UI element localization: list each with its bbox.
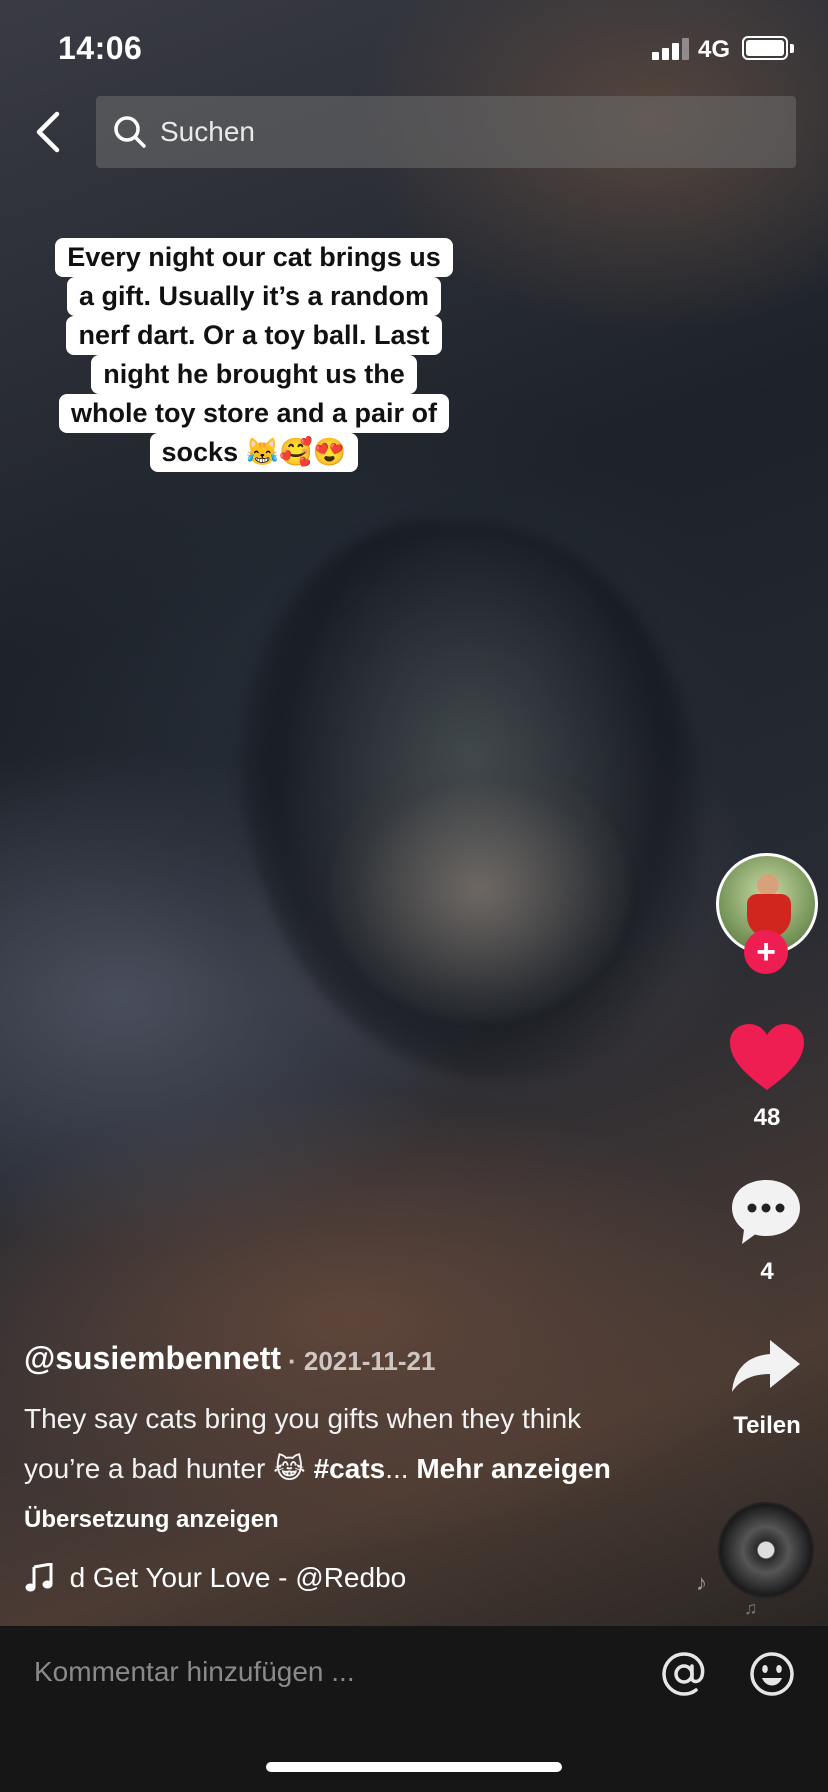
speech-bubble-icon[interactable] [728, 1176, 804, 1248]
description-ellipsis: ... [385, 1453, 409, 1484]
post-date: · 2021-11-21 [288, 1346, 436, 1376]
chevron-left-icon [36, 111, 60, 153]
sound-disc[interactable] [718, 1502, 814, 1598]
floating-music-note-icon: ♪ [696, 1570, 707, 1595]
comment-count: 4 [760, 1258, 774, 1285]
avatar-image-head [757, 874, 779, 896]
show-translation-link[interactable]: Übersetzung anzeigen [24, 1506, 279, 1534]
back-button[interactable] [24, 104, 72, 160]
battery-tip [790, 44, 794, 53]
music-note-icon [25, 1563, 53, 1592]
caption-line: Every night our cat brings us [38, 238, 470, 277]
caption-line: night he brought us the [38, 355, 470, 394]
home-indicator [266, 1762, 562, 1772]
like-count: 48 [753, 1104, 781, 1131]
search-icon [114, 116, 146, 148]
floating-music-note-icon: ♫ [744, 1598, 758, 1618]
network-type: 4G [698, 36, 731, 63]
post-description: They say cats bring you gifts when they … [24, 1394, 664, 1494]
comment-input[interactable]: Kommentar hinzufügen ... [34, 1656, 355, 1688]
caption-line: a gift. Usually it’s a random [38, 277, 470, 316]
caption-line: nerf dart. Or a toy ball. Last [38, 316, 470, 355]
search-placeholder: Suchen [160, 116, 255, 147]
hashtag-link[interactable]: #cats [314, 1453, 386, 1484]
share-arrow-icon[interactable] [730, 1336, 802, 1396]
share-label: Teilen [733, 1412, 801, 1439]
search-input[interactable]: Suchen [96, 96, 796, 168]
heart-icon[interactable] [728, 1022, 806, 1092]
creator-username[interactable]: @susiembennett [24, 1340, 281, 1377]
sound-title: nd Get Your Love - @Redbo [70, 1562, 407, 1593]
show-more-link[interactable]: Mehr anzeigen [416, 1453, 610, 1484]
video-text-overlay: Every night our cat brings us a gift. Us… [38, 238, 470, 472]
sound-link[interactable]: nd Get Your Love - @Redbo [24, 1556, 444, 1600]
caption-line: whole toy store and a pair of [38, 394, 470, 433]
at-sign-icon[interactable] [660, 1650, 708, 1698]
smiley-icon[interactable] [748, 1650, 796, 1698]
battery-icon [742, 36, 788, 60]
follow-button[interactable]: + [744, 930, 788, 974]
cellular-signal-icon [652, 38, 690, 60]
video-frame-cat-face [330, 760, 630, 1020]
status-bar: 14:06 4G [0, 0, 828, 94]
caption-line: socks 😹🥰😍 [38, 433, 470, 472]
status-time: 14:06 [58, 30, 143, 66]
sound-title-marquee: nd Get Your Love - @Redbo [70, 1562, 440, 1594]
